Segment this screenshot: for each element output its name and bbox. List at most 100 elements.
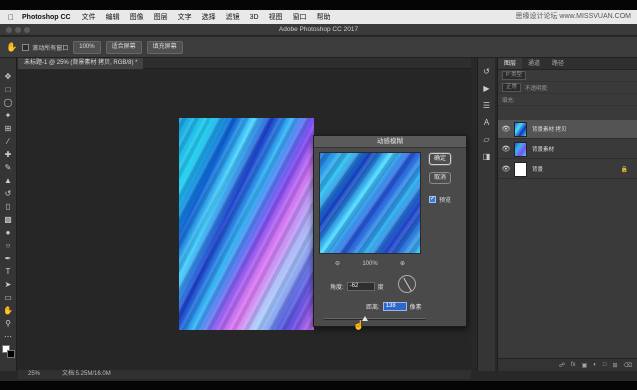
distance-input[interactable]: 138: [382, 302, 407, 311]
zoom-tool-icon[interactable]: ⚲: [2, 317, 15, 329]
pen-tool-icon[interactable]: ✒: [2, 252, 15, 264]
fit-screen-button[interactable]: 适合屏幕: [105, 40, 142, 54]
motion-blur-dialog: 动感模糊 确定 取消 ✓ 预览 ⊖ 100% ⊕ 角度: -62 度 距离: 1…: [313, 135, 467, 327]
layer-row[interactable]: 👁 背景 🔒: [498, 160, 637, 179]
lasso-tool-icon[interactable]: ◯: [2, 96, 15, 108]
character-panel-icon[interactable]: A: [481, 117, 492, 128]
close-window-button[interactable]: [6, 27, 12, 33]
angle-label: 角度:: [330, 285, 344, 291]
menu-3d[interactable]: 3D: [250, 14, 259, 21]
scroll-all-windows-checkbox[interactable]: 滚动所有窗口: [22, 43, 68, 52]
menu-edit[interactable]: 编辑: [106, 12, 120, 22]
menu-help[interactable]: 帮助: [317, 12, 331, 22]
layer-name: 背景: [532, 167, 544, 173]
menu-file[interactable]: 文件: [82, 12, 96, 22]
marquee-tool-icon[interactable]: □: [2, 83, 15, 95]
layer-thumbnail: [514, 121, 527, 137]
status-doc-size: 文档:5.25M/16.0M: [62, 371, 111, 377]
move-tool-icon[interactable]: ✥: [2, 70, 15, 82]
layer-row[interactable]: 👁 背景素材: [498, 140, 637, 159]
background-color-swatch[interactable]: [6, 350, 15, 358]
document-tab[interactable]: 未标题-1 @ 25% (背景素材 拷贝, RGB/8) *: [18, 58, 144, 69]
shape-tool-icon[interactable]: ▭: [2, 291, 15, 303]
brush-tool-icon[interactable]: ✎: [2, 161, 15, 173]
distance-slider[interactable]: [324, 316, 426, 321]
tools-panel: ✥ □ ◯ ✦ ⊞ ⁄ ✚ ✎ ▲ ↺ ▯ ▩ ● ○ ✒ T ➤ ▭ ✋ ⚲ …: [0, 58, 17, 371]
ok-button[interactable]: 确定: [429, 153, 451, 165]
title-bar: Adobe Photoshop CC 2017: [0, 24, 637, 36]
libraries-panel-icon[interactable]: ◨: [481, 151, 492, 162]
fill-label: 填充:: [502, 97, 515, 104]
layer-filter-row: P 类型: [498, 70, 637, 82]
more-tools-icon[interactable]: ⋯: [2, 330, 15, 342]
lock-row: 填充:: [498, 94, 637, 106]
dialog-title: 动感模糊: [314, 136, 466, 148]
eye-icon[interactable]: 👁: [498, 125, 514, 133]
minimize-window-button[interactable]: [15, 27, 21, 33]
panel-icon-column: ↺ ▶ ☰ A ▱ ◨: [477, 58, 495, 371]
type-tool-icon[interactable]: T: [2, 265, 15, 277]
properties-panel-icon[interactable]: ☰: [481, 100, 492, 111]
adjustment-layer-icon[interactable]: ◐: [593, 362, 597, 368]
crop-tool-icon[interactable]: ⊞: [2, 122, 15, 134]
eyedropper-tool-icon[interactable]: ⁄: [2, 135, 15, 147]
link-layers-icon[interactable]: ☍: [559, 362, 565, 369]
new-layer-icon[interactable]: ⊞: [612, 362, 617, 369]
blur-tool-icon[interactable]: ●: [2, 226, 15, 238]
menu-app-name[interactable]: Photoshop CC: [22, 14, 71, 21]
eraser-tool-icon[interactable]: ▯: [2, 200, 15, 212]
healing-brush-tool-icon[interactable]: ✚: [2, 148, 15, 160]
path-select-tool-icon[interactable]: ➤: [2, 278, 15, 290]
window-title: Adobe Photoshop CC 2017: [278, 26, 359, 33]
zoom-100-button[interactable]: 100%: [73, 40, 101, 54]
menu-image[interactable]: 图像: [130, 12, 144, 22]
hand-tool-icon[interactable]: ✋: [6, 42, 17, 53]
preview-zoom-level: 100%: [362, 260, 378, 267]
eye-icon[interactable]: 👁: [498, 145, 514, 153]
actions-panel-icon[interactable]: ▶: [481, 83, 492, 94]
tab-paths[interactable]: 路径: [546, 58, 570, 69]
hand-cursor-icon: ☝: [353, 320, 365, 330]
menu-select[interactable]: 选择: [202, 12, 216, 22]
zoom-out-icon[interactable]: ⊖: [335, 260, 340, 267]
preview-checkbox[interactable]: ✓ 预览: [429, 195, 451, 204]
menu-filter[interactable]: 滤镜: [226, 12, 240, 22]
history-panel-icon[interactable]: ↺: [481, 66, 492, 77]
hand-tool-icon[interactable]: ✋: [2, 304, 15, 316]
clone-stamp-tool-icon[interactable]: ▲: [2, 174, 15, 186]
layer-kind-filter[interactable]: P 类型: [502, 71, 527, 80]
filter-preview[interactable]: [319, 152, 421, 254]
tab-channels[interactable]: 通道: [522, 58, 546, 69]
blend-mode-select[interactable]: 正常: [502, 83, 522, 92]
fx-icon[interactable]: fx: [571, 362, 576, 368]
menu-window[interactable]: 窗口: [293, 12, 307, 22]
layer-name: 背景素材: [532, 147, 555, 153]
zoom-in-icon[interactable]: ⊕: [400, 260, 405, 267]
lock-icon: 🔒: [620, 166, 628, 173]
gradient-tool-icon[interactable]: ▩: [2, 213, 15, 225]
cancel-button[interactable]: 取消: [429, 172, 451, 184]
menu-layer[interactable]: 图层: [154, 12, 168, 22]
history-brush-tool-icon[interactable]: ↺: [2, 187, 15, 199]
status-zoom[interactable]: 25%: [28, 370, 40, 379]
3d-panel-icon[interactable]: ▱: [481, 134, 492, 145]
checkmark-icon: ✓: [429, 196, 436, 203]
zoom-window-button[interactable]: [24, 27, 30, 33]
quick-select-tool-icon[interactable]: ✦: [2, 109, 15, 121]
layer-row[interactable]: 👁 背景素材 拷贝: [498, 120, 637, 139]
add-mask-icon[interactable]: ▣: [582, 362, 588, 369]
angle-dial[interactable]: [398, 275, 416, 293]
new-group-icon[interactable]: □: [603, 362, 607, 368]
color-swatches[interactable]: [1, 345, 15, 359]
delete-layer-icon[interactable]: ⌫: [624, 362, 632, 369]
eye-icon[interactable]: 👁: [498, 165, 514, 173]
document-canvas-image[interactable]: [179, 118, 314, 330]
tab-layers[interactable]: 图层: [498, 58, 523, 69]
dodge-tool-icon[interactable]: ○: [2, 239, 15, 251]
angle-input[interactable]: -62: [346, 282, 375, 291]
layer-name: 背景素材 拷贝: [532, 127, 567, 133]
apple-icon[interactable]: : [4, 13, 18, 22]
menu-type[interactable]: 文字: [178, 12, 192, 22]
fill-screen-button[interactable]: 填充屏幕: [146, 40, 183, 54]
menu-view[interactable]: 视图: [269, 12, 283, 22]
